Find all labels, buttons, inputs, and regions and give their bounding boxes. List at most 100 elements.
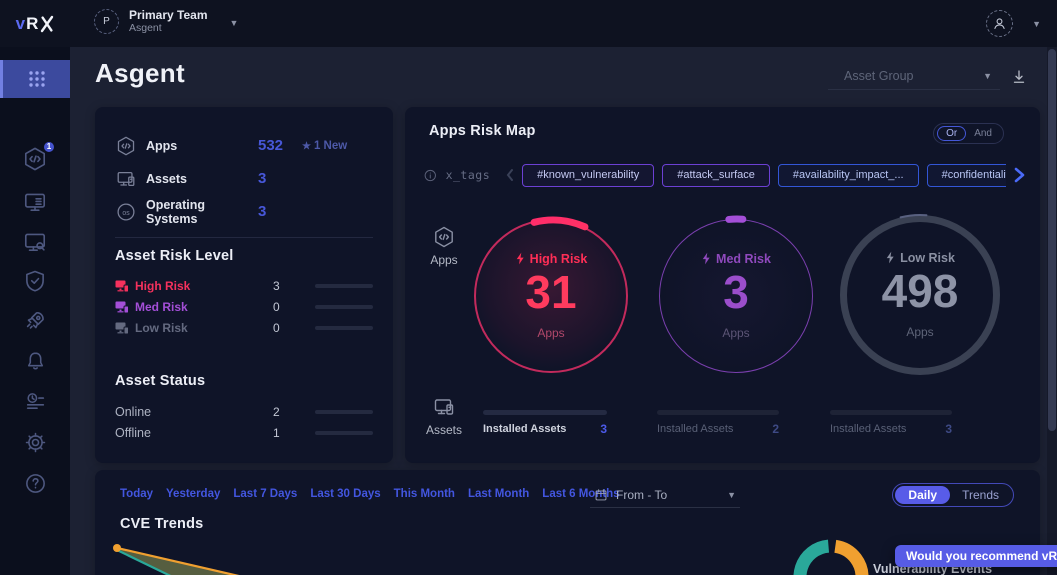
assets-monitor-icon — [434, 399, 454, 415]
sidebar-item-settings[interactable] — [0, 428, 70, 456]
installed-assets-label: Installed Assets — [830, 423, 907, 435]
med-risk-gauge-sub: Apps — [722, 326, 750, 341]
scrollbar-thumb[interactable] — [1048, 49, 1056, 431]
sidebar-item-dashboard[interactable] — [0, 60, 70, 98]
installed-assets-bar-med — [657, 410, 779, 415]
apps-summary-row[interactable]: Apps 532 ★ 1 New — [115, 129, 373, 162]
sidebar-item-apps[interactable]: 1 — [0, 139, 70, 175]
assets-count: 3 — [258, 170, 267, 187]
low-risk-gauge-label: Low Risk — [885, 251, 955, 265]
installed-assets-row-high: Installed Assets 3 — [483, 422, 607, 436]
user-icon — [994, 18, 1005, 29]
risk-row-med[interactable]: Med Risk 0 — [115, 296, 373, 317]
page-scrollbar[interactable] — [1047, 47, 1057, 575]
logo-x-icon — [41, 15, 54, 32]
assets-label: Assets — [146, 171, 187, 186]
bolt-icon — [516, 252, 524, 265]
installed-assets-bar-low — [830, 410, 952, 415]
sidebar-item-help[interactable] — [0, 469, 70, 497]
topbar: vR P Primary Team Asgent ▼ ▼ — [0, 0, 1057, 47]
info-icon[interactable] — [423, 168, 438, 183]
and-option[interactable]: And — [966, 127, 1000, 140]
os-count: 3 — [258, 203, 267, 220]
chevron-down-icon: ▼ — [727, 489, 736, 500]
divider — [115, 237, 373, 238]
tag-attack-surface[interactable]: #attack_surface — [662, 163, 770, 187]
team-name: Primary Team — [129, 8, 208, 22]
tags-scroll-right-button[interactable] — [1012, 166, 1026, 184]
dashboard-grid-icon — [28, 71, 45, 87]
user-menu-caret[interactable]: ▼ — [1032, 19, 1041, 29]
team-subname: Asgent — [129, 22, 162, 34]
filter-last-30-days[interactable]: Last 30 Days — [310, 488, 380, 500]
cve-trends-title: CVE Trends — [120, 516, 204, 532]
os-summary-row[interactable]: os Operating Systems 3 — [115, 195, 373, 228]
assets-rail-label: Assets — [425, 423, 462, 437]
monitor-search-icon — [24, 233, 46, 251]
trends-option[interactable]: Trends — [950, 486, 1011, 504]
assets-summary-row[interactable]: Assets 3 — [115, 162, 373, 195]
daily-option[interactable]: Daily — [895, 486, 951, 504]
team-selector[interactable]: P Primary Team Asgent ▼ — [94, 8, 238, 35]
star-icon: ★ — [302, 140, 311, 152]
daily-trends-toggle[interactable]: Daily Trends — [892, 483, 1014, 507]
tag-known-vulnerability[interactable]: #known_vulnerability — [522, 163, 655, 187]
team-avatar: P — [94, 9, 119, 34]
sidebar-item-notifications[interactable] — [0, 347, 70, 375]
notification-badge: 1 — [42, 139, 56, 154]
online-label: Online — [115, 404, 152, 419]
tag-availability-impact[interactable]: #availability_impact_... — [777, 163, 919, 187]
low-risk-label: Low Risk — [135, 320, 188, 335]
from-to-date-picker[interactable]: From - To ▼ — [590, 482, 740, 508]
asset-risk-level-title: Asset Risk Level — [115, 248, 234, 264]
chevron-down-icon: ▼ — [983, 70, 992, 81]
or-option[interactable]: Or — [937, 126, 967, 141]
installed-assets-label: Installed Assets — [483, 423, 567, 435]
sidebar-item-security[interactable] — [0, 267, 70, 295]
apps-hexagon-icon — [435, 226, 453, 248]
apps-new-flag[interactable]: ★ 1 New — [302, 140, 347, 152]
download-button[interactable] — [1010, 68, 1028, 91]
sidebar-item-deploy[interactable] — [0, 307, 70, 335]
filter-this-month[interactable]: This Month — [394, 488, 455, 500]
high-risk-gauge-label: High Risk — [515, 252, 587, 266]
asset-group-label: Asset Group — [844, 68, 914, 83]
sidebar-item-software[interactable] — [0, 188, 70, 216]
vrx-logo[interactable]: vR — [0, 0, 70, 47]
filter-last-month[interactable]: Last Month — [468, 488, 529, 500]
installed-assets-bar-high — [483, 410, 607, 415]
or-and-toggle[interactable]: Or And — [933, 123, 1004, 144]
apps-count: 532 — [258, 137, 284, 154]
med-risk-bar — [315, 304, 373, 309]
sidebar-item-activity-log[interactable] — [0, 387, 70, 415]
asset-group-select[interactable]: Asset Group ▼ — [828, 62, 1000, 90]
page-title: Asgent — [95, 58, 185, 88]
from-to-label: From - To — [616, 487, 668, 502]
recommend-survey-tooltip[interactable]: Would you recommend vRx? — [895, 545, 1057, 567]
filter-today[interactable]: Today — [120, 488, 153, 500]
risk-row-high[interactable]: High Risk 3 — [115, 275, 373, 296]
installed-assets-count: 3 — [600, 422, 607, 436]
med-risk-apps-count: 3 — [723, 265, 749, 318]
status-row-offline[interactable]: Offline 1 — [115, 423, 373, 445]
installed-assets-count: 2 — [772, 422, 779, 436]
med-risk-gauge[interactable]: Med Risk 3 Apps — [655, 215, 819, 379]
history-list-icon — [26, 392, 44, 409]
chevron-left-icon — [506, 169, 514, 181]
apps-risk-map-card: Apps Risk Map Or And x_tags #known_vulne… — [405, 107, 1040, 463]
low-risk-gauge[interactable]: Low Risk 498 Apps — [839, 214, 1001, 376]
tags-scroll-left-button[interactable] — [504, 168, 516, 182]
sidebar-item-assets[interactable] — [0, 228, 70, 256]
logo-letter-v: v — [15, 13, 26, 33]
filter-yesterday[interactable]: Yesterday — [166, 488, 220, 500]
risk-row-low[interactable]: Low Risk 0 — [115, 317, 373, 338]
tags-filter-row: x_tags #known_vulnerability #attack_surf… — [423, 163, 1026, 187]
high-risk-gauge[interactable]: High Risk 31 Apps — [471, 216, 635, 380]
filter-last-7-days[interactable]: Last 7 Days — [233, 488, 297, 500]
tag-confidentiality-impact[interactable]: #confidentiality_i — [926, 163, 1006, 187]
low-risk-gauge-sub: Apps — [906, 325, 934, 340]
user-menu-button[interactable] — [986, 10, 1013, 37]
status-row-online[interactable]: Online 2 — [115, 401, 373, 423]
installed-assets-count: 3 — [945, 422, 952, 436]
gear-icon — [25, 432, 45, 452]
